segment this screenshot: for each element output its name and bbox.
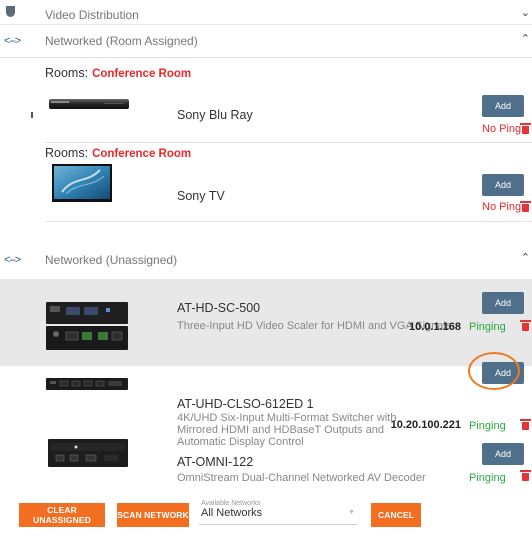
add-button[interactable]: Add: [482, 95, 524, 117]
divider: [45, 221, 532, 222]
rooms-line: Rooms: Conference Room: [45, 66, 191, 80]
switcher-image: [46, 376, 128, 392]
networks-select[interactable]: All Networks ▼: [199, 505, 357, 525]
rooms-label: Rooms:: [45, 66, 89, 80]
video-scaler-image: [46, 302, 128, 350]
device-description: OmniStream Dual-Channel Networked AV Dec…: [177, 472, 426, 484]
device-name: AT-OMNI-122: [177, 455, 254, 469]
divider: [45, 142, 532, 143]
add-button[interactable]: Add: [482, 174, 524, 196]
chevron-down-icon[interactable]: ⌄: [521, 6, 530, 19]
chevron-up-icon[interactable]: ⌃: [521, 251, 530, 264]
blu-ray-player-image: [48, 97, 130, 111]
section-networked-room-assigned[interactable]: <--> Networked (Room Assigned) ⌃: [0, 32, 532, 48]
tv-display-image: [52, 164, 112, 204]
status-badge: Pinging: [469, 472, 506, 484]
add-button[interactable]: Add: [482, 292, 524, 314]
status-badge: Pinging: [469, 321, 506, 333]
shield-icon: [6, 6, 15, 17]
networks-select-value: All Networks: [201, 507, 263, 519]
network-icon: <-->: [4, 254, 21, 266]
network-icon: <-->: [4, 35, 21, 47]
add-button[interactable]: Add: [482, 443, 524, 465]
device-name: Sony Blu Ray: [177, 108, 253, 122]
selection-marker: [31, 112, 33, 118]
section-title: Networked (Unassigned): [45, 253, 178, 267]
chevron-up-icon[interactable]: ⌃: [521, 32, 530, 45]
trash-icon[interactable]: [520, 419, 531, 430]
clear-unassigned-button[interactable]: CLEAR UNASSIGNED: [19, 503, 105, 527]
trash-icon[interactable]: [520, 320, 531, 331]
status-badge: No Ping: [482, 123, 522, 135]
room-name: Conference Room: [92, 148, 192, 160]
device-name: Sony TV: [177, 189, 225, 203]
section-video-distribution[interactable]: Video Distribution ⌄: [0, 6, 532, 22]
rooms-line: Rooms: Conference Room: [45, 146, 191, 160]
scan-network-button[interactable]: SCAN NETWORK: [117, 503, 189, 527]
status-badge: No Ping: [482, 201, 522, 213]
divider: [0, 24, 532, 25]
trash-icon[interactable]: [520, 201, 531, 212]
device-name: AT-UHD-CLSO-612ED 1: [177, 397, 314, 411]
status-badge: Pinging: [469, 420, 506, 432]
cancel-button[interactable]: CANCEL: [371, 503, 421, 527]
trash-icon[interactable]: [520, 470, 531, 481]
divider: [0, 57, 532, 58]
chevron-down-icon: ▼: [348, 509, 355, 516]
device-description: 4K/UHD Six-Input Multi-Format Switcher w…: [177, 412, 397, 448]
decoder-image: [48, 439, 128, 467]
section-title: Networked (Room Assigned): [45, 34, 198, 48]
ip-address: 10.20.100.221: [390, 419, 461, 431]
rooms-label: Rooms:: [45, 146, 89, 160]
device-name: AT-HD-SC-500: [177, 301, 261, 315]
room-name: Conference Room: [92, 68, 192, 80]
trash-icon[interactable]: [520, 123, 531, 134]
ip-address: 10.0.1.168: [409, 321, 461, 333]
section-networked-unassigned[interactable]: <--> Networked (Unassigned) ⌃: [0, 251, 532, 267]
highlight-circle: [468, 352, 520, 390]
section-title: Video Distribution: [45, 8, 139, 22]
